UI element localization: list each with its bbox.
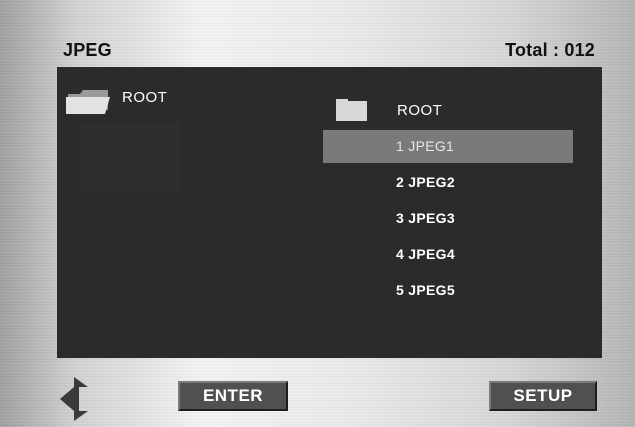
list-item-jpeg5[interactable]: 5 JPEG5 xyxy=(323,274,573,307)
list-item-label: 1 JPEG1 xyxy=(396,138,455,154)
list-item-jpeg2[interactable]: 2 JPEG2 xyxy=(323,166,573,199)
enter-button[interactable]: ENTER xyxy=(178,381,288,411)
folder-icon xyxy=(336,99,367,121)
list-item-label: 5 JPEG5 xyxy=(396,282,455,298)
root-label: ROOT xyxy=(397,102,443,119)
page-title: JPEG xyxy=(63,40,112,60)
list-item-root[interactable]: ROOT xyxy=(323,93,573,127)
list-item-label: 4 JPEG4 xyxy=(396,246,455,262)
list-item-label: 3 JPEG3 xyxy=(396,210,455,226)
file-list: ROOT 1 JPEG1 2 JPEG2 3 JPEG3 4 JPEG4 5 J… xyxy=(323,93,573,307)
setup-button[interactable]: SETUP xyxy=(489,381,597,411)
directory-tree-root[interactable]: ROOT xyxy=(66,88,167,114)
total-count: Total : 012 xyxy=(505,40,595,60)
list-item-jpeg1[interactable]: 1 JPEG1 xyxy=(323,130,573,163)
folder-open-icon xyxy=(66,90,110,114)
up-down-arrows-icon[interactable] xyxy=(60,377,100,421)
list-item-jpeg4[interactable]: 4 JPEG4 xyxy=(323,238,573,271)
browser-panel: ROOT ROOT 1 JPEG1 2 JPEG2 3 JPEG3 4 JPEG… xyxy=(57,67,602,358)
list-item-label: 2 JPEG2 xyxy=(396,174,455,190)
directory-label: ROOT xyxy=(122,88,168,106)
list-item-jpeg3[interactable]: 3 JPEG3 xyxy=(323,202,573,235)
preview-area xyxy=(79,122,179,192)
jpeg-browser-screen: JPEG Total : 012 ROOT ROOT 1 JPEG1 2 JPE… xyxy=(0,0,635,427)
